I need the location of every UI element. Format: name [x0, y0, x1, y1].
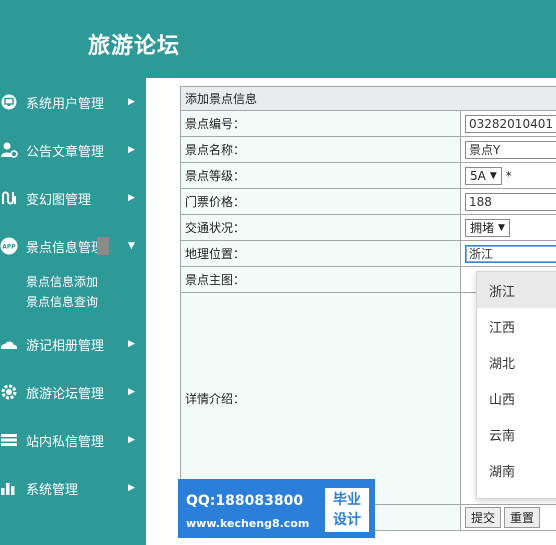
- app-icon: APP: [0, 237, 18, 255]
- code-label: 景点编号：: [180, 110, 461, 137]
- sidebar-item-label: 旅游论坛管理: [26, 386, 105, 402]
- level-label: 景点等级：: [180, 162, 461, 189]
- sidebar-item-forum[interactable]: 旅游论坛管理 ▶: [0, 374, 146, 410]
- watermark: QQ:188083800 www.kecheng8.com 毕业 设计: [178, 479, 375, 538]
- watermark-badge-line2: 设计: [333, 512, 361, 528]
- user-settings-icon: [0, 141, 18, 159]
- location-autocomplete-dropdown: 浙江 江西 湖北 山西 云南 湖南: [476, 271, 556, 499]
- chevron-right-icon: ▶: [128, 339, 135, 349]
- dropdown-option[interactable]: 江西: [477, 308, 556, 344]
- watermark-badge-line1: 毕业: [333, 492, 361, 508]
- level-select[interactable]: 5A ▼: [465, 166, 502, 185]
- price-label: 门票价格：: [180, 188, 461, 215]
- sidebar-item-messages[interactable]: 站内私信管理 ▶: [0, 422, 146, 458]
- submit-button[interactable]: 提交: [465, 507, 502, 528]
- form-header: 添加景点信息: [180, 86, 556, 111]
- chevron-down-icon: ▼: [128, 241, 135, 251]
- chevron-right-icon: ▶: [128, 193, 135, 203]
- dropdown-option[interactable]: 山西: [477, 380, 556, 416]
- traffic-label: 交通状况：: [180, 214, 461, 241]
- svg-text:APP: APP: [2, 244, 16, 251]
- sidebar-subitem-add[interactable]: 景点信息添加: [26, 273, 98, 290]
- dropdown-option[interactable]: 湖南: [477, 452, 556, 488]
- sidebar-item-system-users[interactable]: 系统用户管理 ▶: [0, 84, 146, 120]
- dropdown-option[interactable]: 湖北: [477, 344, 556, 380]
- sidebar-item-announcements[interactable]: 公告文章管理 ▶: [0, 132, 146, 168]
- monitor-icon: [0, 93, 18, 111]
- traffic-select-value: 拥堵: [470, 221, 495, 235]
- traffic-select[interactable]: 拥堵 ▼: [465, 218, 510, 237]
- sidebar-subitem-query[interactable]: 景点信息查询: [26, 293, 98, 310]
- chevron-right-icon: ▶: [128, 145, 135, 155]
- dropdown-option[interactable]: 云南: [477, 416, 556, 452]
- name-input[interactable]: 景点Y: [465, 140, 556, 159]
- chevron-right-icon: ▶: [128, 483, 135, 493]
- chevron-right-icon: ▶: [128, 435, 135, 445]
- sidebar-item-system[interactable]: 系统管理 ▶: [0, 470, 146, 506]
- watermark-qq: QQ:188083800: [186, 493, 304, 509]
- sidebar-item-label: 系统用户管理: [26, 96, 105, 112]
- cursor-highlight: [97, 237, 109, 255]
- chevron-right-icon: ▶: [128, 387, 135, 397]
- sidebar-item-label: 公告文章管理: [26, 144, 105, 160]
- location-label: 地理位置：: [180, 240, 461, 267]
- sidebar-item-label: 系统管理: [26, 482, 79, 498]
- watermark-badge: 毕业 设计: [325, 488, 369, 532]
- sidebar: 系统用户管理 ▶ 公告文章管理 ▶ 变幻图管理 ▶ APP 景点信息管理 ▼ 景…: [0, 78, 146, 545]
- sidebar-item-travel-albums[interactable]: 游记相册管理 ▶: [0, 326, 146, 362]
- location-input[interactable]: 浙江: [465, 244, 556, 263]
- name-label: 景点名称：: [180, 136, 461, 163]
- sidebar-item-label: 游记相册管理: [26, 338, 105, 354]
- reset-button[interactable]: 重置: [504, 507, 541, 528]
- sidebar-item-label: 变幻图管理: [26, 192, 92, 208]
- chevron-down-icon: ▼: [498, 222, 505, 233]
- detail-label: 详情介绍：: [180, 292, 461, 505]
- sidebar-item-carousel[interactable]: 变幻图管理 ▶: [0, 180, 146, 216]
- image-label: 景点主图：: [180, 266, 461, 293]
- cloud-icon: [0, 335, 18, 353]
- bar-chart-icon: [0, 479, 18, 497]
- code-input[interactable]: 03282010401: [465, 114, 556, 133]
- app-title: 旅游论坛: [88, 33, 181, 59]
- gear-icon: [0, 383, 18, 401]
- watermark-url: www.kecheng8.com: [186, 517, 310, 530]
- required-mark: *: [505, 168, 512, 183]
- chevron-right-icon: ▶: [128, 97, 135, 107]
- price-input[interactable]: 188: [465, 192, 556, 211]
- sidebar-item-scenic-spots[interactable]: APP 景点信息管理 ▼: [0, 228, 146, 264]
- chain-icon: [0, 189, 18, 207]
- chevron-down-icon: ▼: [489, 170, 497, 181]
- sidebar-item-label: 景点信息管理: [26, 240, 105, 256]
- stack-icon: [0, 431, 18, 449]
- sidebar-item-label: 站内私信管理: [26, 434, 105, 450]
- dropdown-option[interactable]: 浙江: [477, 272, 556, 308]
- level-select-value: 5A: [470, 168, 486, 183]
